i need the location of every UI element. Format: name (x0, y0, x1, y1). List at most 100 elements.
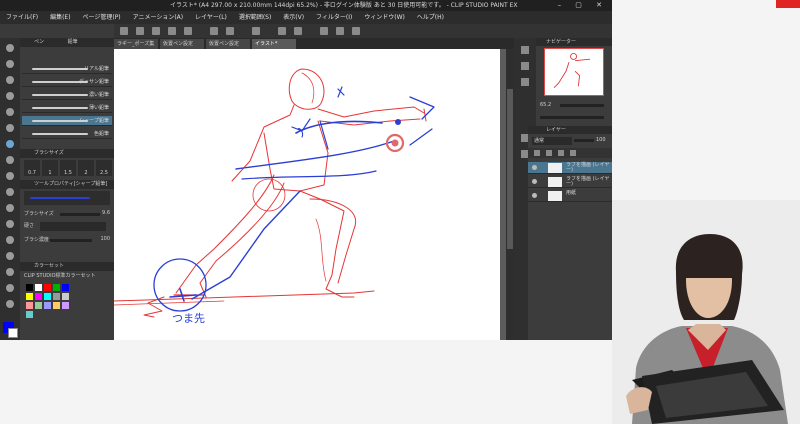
sub-color-swatch[interactable] (8, 328, 18, 338)
undo-icon[interactable] (168, 27, 176, 35)
brush-item[interactable]: 薄い鉛筆 (22, 103, 112, 113)
palette-swatch[interactable] (44, 284, 51, 291)
info-tab-icon[interactable] (521, 78, 529, 86)
density-row[interactable]: ブラシ濃度 100 (24, 236, 110, 244)
brush-item[interactable]: シャープ鉛筆 (22, 116, 112, 126)
rotate-row[interactable] (540, 114, 608, 122)
pencil-tool-icon[interactable] (6, 140, 14, 148)
palette-swatch[interactable] (53, 302, 60, 309)
deselect-icon[interactable] (294, 27, 302, 35)
density-slider[interactable] (50, 239, 92, 242)
menu-selection[interactable]: 選択範囲(S) (239, 14, 272, 21)
palette-swatch[interactable] (44, 293, 51, 300)
reference-layer-icon[interactable] (546, 150, 552, 156)
palette-swatch[interactable] (53, 284, 60, 291)
palette-swatch[interactable] (62, 284, 69, 291)
brush-size-preset[interactable]: 1 (42, 160, 58, 176)
subtool-tab-pencil[interactable]: 鉛筆 (68, 39, 78, 45)
palette-swatch[interactable] (26, 302, 33, 309)
gradient-tool-icon[interactable] (6, 236, 14, 244)
correct-line-tool-icon[interactable] (6, 300, 14, 308)
fill-tool-icon[interactable] (6, 220, 14, 228)
lasso-tool-icon[interactable] (6, 92, 14, 100)
palette-swatch[interactable] (26, 293, 33, 300)
menu-layer[interactable]: レイヤー(L) (195, 14, 227, 21)
lock-icon[interactable] (558, 150, 564, 156)
mask-icon[interactable] (570, 150, 576, 156)
canvas-vertical-scrollbar[interactable] (506, 49, 514, 340)
menu-window[interactable]: ウィンドウ(W) (364, 14, 405, 21)
menu-page[interactable]: ページ管理(P) (82, 14, 120, 21)
select-tool-icon[interactable] (6, 76, 14, 84)
brush-size-preset[interactable]: 2.5 (96, 160, 112, 176)
zoom-tool-icon[interactable] (6, 44, 14, 52)
eraser-tool-icon[interactable] (6, 188, 14, 196)
palette-swatch[interactable] (53, 293, 60, 300)
brush-item[interactable]: デッサン鉛筆 (22, 77, 112, 87)
fill-icon[interactable] (226, 27, 234, 35)
redo-icon[interactable] (184, 27, 192, 35)
sub-view-tab-icon[interactable] (521, 62, 529, 70)
palette-swatch[interactable] (62, 302, 69, 309)
color-set-name[interactable]: CLIP STUDIO標準カラーセット (24, 272, 110, 280)
brush-item[interactable]: 色鉛筆 (22, 129, 112, 139)
doc-tab-active[interactable]: イラスト* (252, 39, 296, 49)
canvas-area[interactable]: つま先 (113, 49, 514, 340)
figure-tool-icon[interactable] (6, 252, 14, 260)
text-tool-icon[interactable] (6, 284, 14, 292)
open-file-icon[interactable] (136, 27, 144, 35)
select-all-icon[interactable] (278, 27, 286, 35)
new-file-icon[interactable] (120, 27, 128, 35)
palette-swatch[interactable] (26, 311, 33, 318)
eye-icon[interactable] (532, 193, 537, 198)
brush-item[interactable]: リアル鉛筆 (22, 64, 112, 74)
hardness-selector[interactable] (40, 222, 106, 231)
blend-tool-icon[interactable] (6, 204, 14, 212)
brush-size-preset[interactable]: 1.5 (60, 160, 76, 176)
navigator-tab-icon[interactable] (521, 46, 529, 54)
brush-tool-icon[interactable] (6, 156, 14, 164)
ruler-snap-icon[interactable] (320, 27, 328, 35)
eye-icon[interactable] (532, 179, 537, 184)
doc-tab[interactable]: ラギー_ポーズ集 (114, 39, 158, 49)
layer-item[interactable]: ラフを描画 (レイヤー) (528, 162, 612, 174)
brush-size-row[interactable]: ブラシサイズ 9.6 (24, 210, 110, 218)
brush-size-preset[interactable]: 2 (78, 160, 94, 176)
transform-icon[interactable] (252, 27, 260, 35)
menu-filter[interactable]: フィルター(I) (316, 14, 352, 21)
clear-icon[interactable] (210, 27, 218, 35)
blend-mode-select[interactable]: 通常 (532, 137, 572, 145)
rotate-slider[interactable] (540, 116, 604, 119)
menu-view[interactable]: 表示(V) (283, 14, 304, 21)
eyedropper-tool-icon[interactable] (6, 108, 14, 116)
palette-swatch[interactable] (35, 293, 42, 300)
doc-tab[interactable]: 仮置ペン設定 (206, 39, 250, 49)
menu-animation[interactable]: アニメーション(A) (133, 14, 184, 21)
menu-help[interactable]: ヘルプ(H) (417, 14, 444, 21)
airbrush-tool-icon[interactable] (6, 172, 14, 180)
palette-swatch[interactable] (26, 284, 33, 291)
save-icon[interactable] (152, 27, 160, 35)
brush-size-preset[interactable]: 0.7 (24, 160, 40, 176)
menu-edit[interactable]: 編集(E) (50, 14, 70, 21)
eye-icon[interactable] (532, 165, 537, 170)
grid-snap-icon[interactable] (352, 27, 360, 35)
palette-swatch[interactable] (44, 302, 51, 309)
doc-tab[interactable]: 仮置ペン設定 (160, 39, 204, 49)
clip-layer-icon[interactable] (534, 150, 540, 156)
zoom-row[interactable]: 65.2 (540, 102, 608, 110)
palette-swatch[interactable] (62, 293, 69, 300)
opacity-slider[interactable] (574, 139, 594, 142)
zoom-slider[interactable] (560, 104, 604, 107)
layer-item[interactable]: ラフを描画 (レイヤー) (528, 176, 612, 188)
special-ruler-snap-icon[interactable] (336, 27, 344, 35)
menu-file[interactable]: ファイル(F) (6, 14, 38, 21)
brush-size-slider[interactable] (60, 213, 100, 216)
move-tool-icon[interactable] (6, 60, 14, 68)
pen-tool-icon[interactable] (6, 124, 14, 132)
scroll-thumb[interactable] (507, 89, 513, 249)
frame-tool-icon[interactable] (6, 268, 14, 276)
subtool-tab-pen[interactable]: ペン (34, 39, 44, 45)
brush-item[interactable]: 濃い鉛筆 (22, 90, 112, 100)
window-controls[interactable]: – ▢ ✕ (558, 0, 608, 11)
